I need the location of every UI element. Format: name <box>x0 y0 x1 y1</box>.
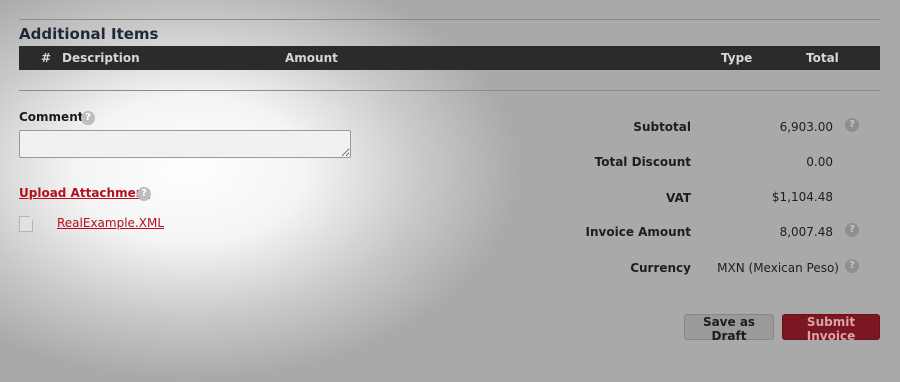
comment-textarea[interactable] <box>19 130 351 158</box>
save-draft-button[interactable]: Save as Draft <box>684 314 774 343</box>
currency-label: Currency <box>630 261 691 275</box>
upload-help-icon[interactable]: ? <box>137 187 151 201</box>
invoice-amount-label: Invoice Amount <box>585 225 691 239</box>
subtotal-help-icon[interactable]: ? <box>845 118 859 132</box>
subtotal-label: Subtotal <box>633 120 691 134</box>
additional-items-table-header: # Description Amount Type Total <box>19 46 880 70</box>
vat-value: $1,104.48 <box>771 190 833 204</box>
middle-divider <box>19 90 881 91</box>
total-discount-label: Total Discount <box>594 155 691 169</box>
comment-help-icon[interactable]: ? <box>81 111 95 125</box>
submit-invoice-button[interactable]: Submit Invoice <box>782 314 880 343</box>
subtotal-value: 6,903.00 <box>779 120 833 134</box>
vat-label: VAT <box>665 191 691 205</box>
total-discount-value: 0.00 <box>806 155 833 169</box>
column-description: Description <box>62 51 140 65</box>
column-number: # <box>41 51 52 65</box>
column-amount: Amount <box>285 51 338 65</box>
comment-label: Comment <box>19 110 84 124</box>
additional-items-title: Additional Items <box>19 25 159 43</box>
upload-attachment-link[interactable]: Upload Attachment <box>19 186 150 200</box>
currency-value: MXN (Mexican Peso) <box>717 261 839 275</box>
attachment-file-link[interactable]: RealExample.XML <box>57 216 164 230</box>
top-divider <box>19 19 881 20</box>
invoice-amount-help-icon[interactable]: ? <box>845 223 859 237</box>
invoice-amount-value: 8,007.48 <box>779 225 833 239</box>
file-icon <box>19 216 33 232</box>
column-total: Total <box>806 51 839 65</box>
currency-help-icon[interactable]: ? <box>845 259 859 273</box>
column-type: Type <box>721 51 753 65</box>
